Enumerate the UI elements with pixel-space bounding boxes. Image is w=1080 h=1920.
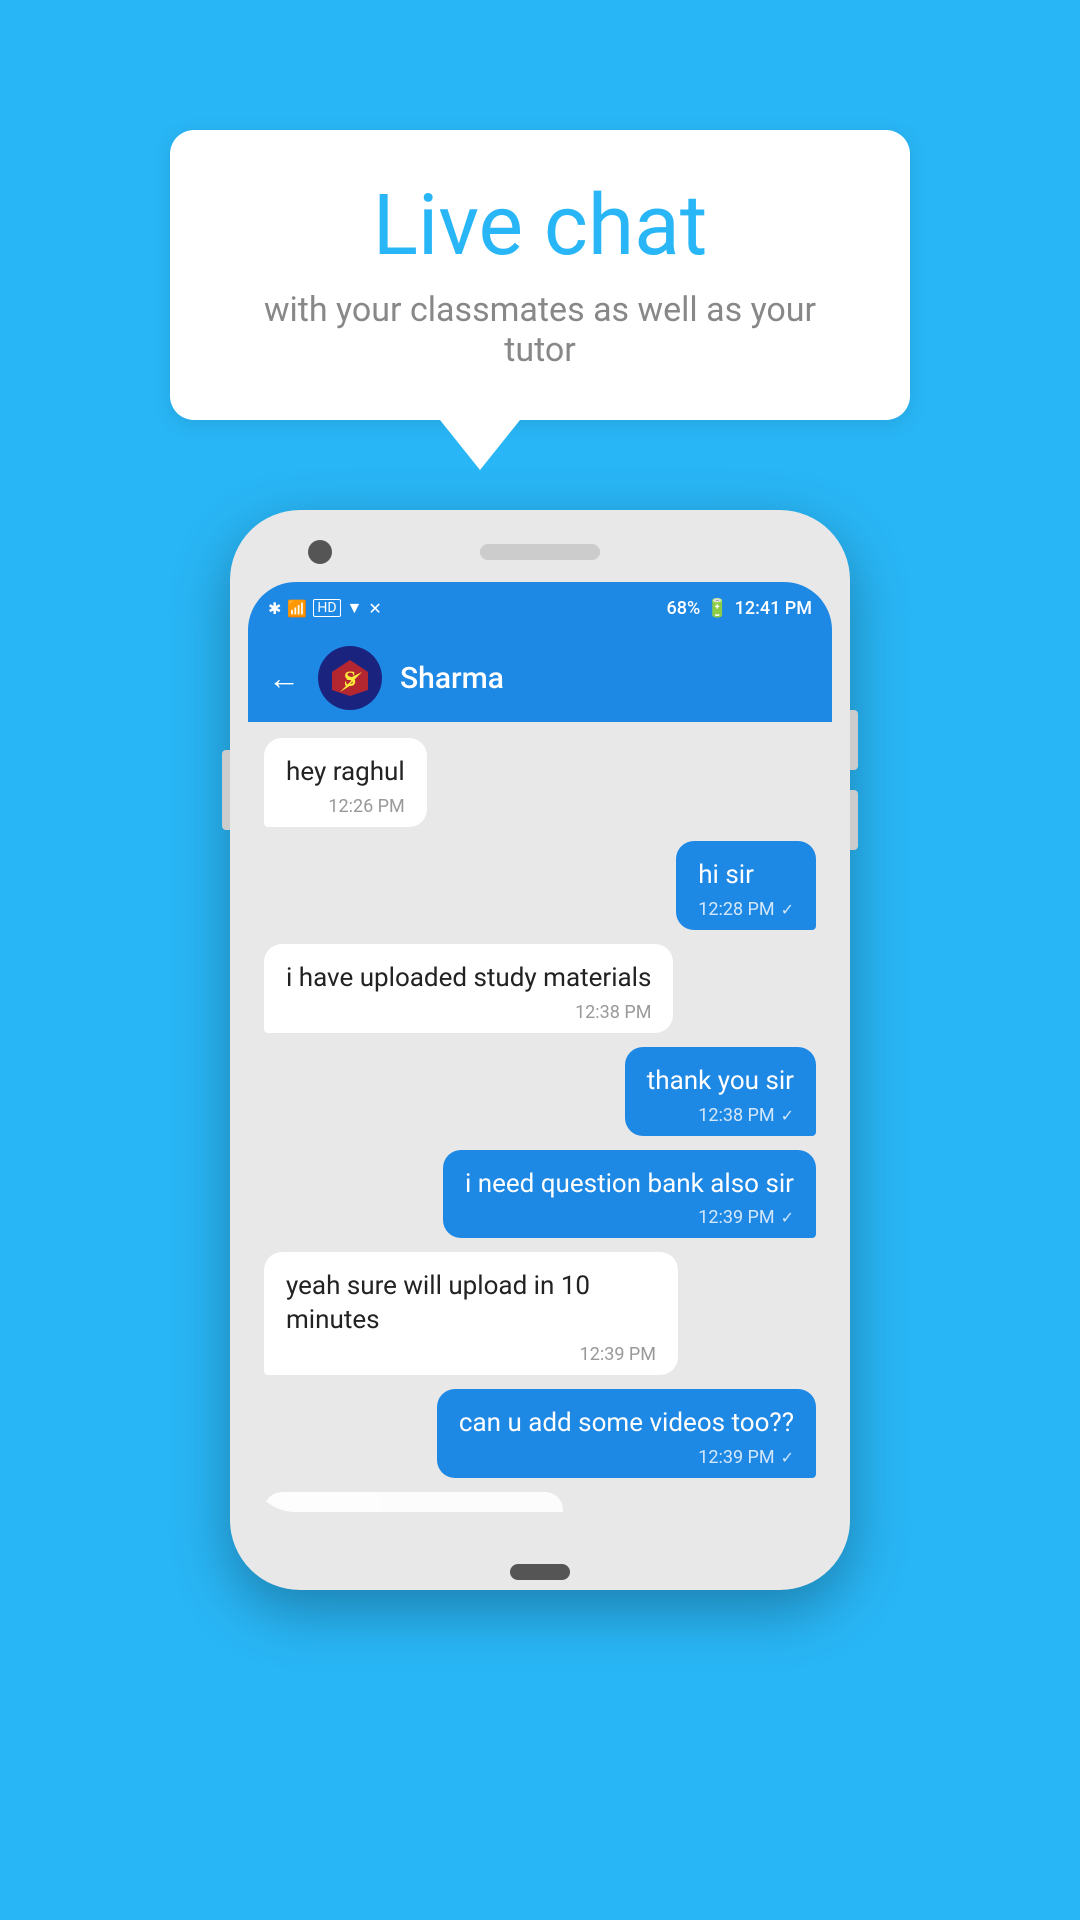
message-text: yeah sure will upload in 10 minutes [286,1270,656,1338]
power-button [850,710,858,770]
phone-top-bar [248,528,832,578]
phone-screen: ✱ 📶 HD ▼ ✕ 68% 🔋 12:41 PM ← [248,582,832,1512]
received-bubble: i have uploaded study materials 12:38 PM [264,944,673,1033]
message-row: thank you sir 12:38 PM ✓ [264,1047,816,1136]
message-meta: 12:28 PM ✓ [698,899,794,920]
message-meta: 12:38 PM ✓ [647,1105,794,1126]
message-text: hi sir [698,859,794,893]
sent-bubble: i need question bank also sir 12:39 PM ✓ [443,1150,816,1239]
status-right-info: 68% 🔋 12:41 PM [666,598,812,619]
bluetooth-icon: ✱ [268,599,281,618]
message-text: i have uploaded study materials [286,962,651,996]
phone-mockup: ✱ 📶 HD ▼ ✕ 68% 🔋 12:41 PM ← [230,510,850,1610]
wifi-icon: ▼ [347,598,363,618]
feature-title: Live chat [230,180,850,272]
message-row: yeah sure will upload in 10 minutes 12:3… [264,1252,816,1375]
status-left-icons: ✱ 📶 HD ▼ ✕ [268,598,382,618]
message-text: i need question bank also sir [465,1168,794,1202]
message-text: tell me the exact topic [286,1510,541,1513]
home-button[interactable] [510,1564,570,1580]
message-meta: 12:26 PM [286,796,405,817]
front-camera [308,540,332,564]
speaker-grille [480,544,600,560]
message-row: hi sir 12:28 PM ✓ [264,841,816,930]
message-row: tell me the exact topic [264,1492,816,1513]
battery-percent: 68% [666,598,700,619]
message-time: 12:38 PM [698,1105,774,1126]
network-icon: ✕ [368,599,381,618]
message-time: 12:38 PM [575,1002,651,1023]
received-bubble: hey raghul 12:26 PM [264,738,427,827]
read-receipt-icon: ✓ [781,900,794,919]
chat-area: hey raghul 12:26 PM hi sir 12:28 PM ✓ [248,722,832,1512]
feature-card: Live chat with your classmates as well a… [170,130,910,470]
received-bubble: tell me the exact topic [264,1492,563,1513]
speech-bubble-arrow [440,420,520,470]
message-time: 12:26 PM [328,796,404,817]
svg-text:S: S [344,666,356,691]
battery-icon: 🔋 [706,598,728,619]
message-row: can u add some videos too?? 12:39 PM ✓ [264,1389,816,1478]
speech-bubble: Live chat with your classmates as well a… [170,130,910,420]
volume-down-button [850,790,858,850]
read-receipt-icon: ✓ [781,1208,794,1227]
sent-bubble: hi sir 12:28 PM ✓ [676,841,816,930]
message-meta: 12:38 PM [286,1002,651,1023]
hd-label: HD [313,599,340,617]
received-bubble: yeah sure will upload in 10 minutes 12:3… [264,1252,678,1375]
status-bar: ✱ 📶 HD ▼ ✕ 68% 🔋 12:41 PM [248,582,832,634]
message-row: i need question bank also sir 12:39 PM ✓ [264,1150,816,1239]
message-time: 12:28 PM [698,899,774,920]
message-meta: 12:39 PM ✓ [465,1207,794,1228]
message-time: 12:39 PM [580,1344,656,1365]
contact-name: Sharma [400,661,504,696]
read-receipt-icon: ✓ [781,1448,794,1467]
clock: 12:41 PM [735,598,812,619]
avatar: S [318,646,382,710]
message-row: i have uploaded study materials 12:38 PM [264,944,816,1033]
home-button-area [248,1512,832,1548]
phone-body: ✱ 📶 HD ▼ ✕ 68% 🔋 12:41 PM ← [230,510,850,1590]
message-meta: 12:39 PM ✓ [459,1447,794,1468]
volume-button [222,750,230,830]
sent-bubble: thank you sir 12:38 PM ✓ [625,1047,816,1136]
message-text: can u add some videos too?? [459,1407,794,1441]
message-text: thank you sir [647,1065,794,1099]
message-text: hey raghul [286,756,405,790]
message-meta: 12:39 PM [286,1344,656,1365]
feature-subtitle: with your classmates as well as your tut… [230,290,850,370]
read-receipt-icon: ✓ [781,1106,794,1125]
message-time: 12:39 PM [698,1207,774,1228]
chat-header: ← S Sharma [248,634,832,722]
signal-icon: 📶 [287,599,307,618]
message-row: hey raghul 12:26 PM [264,738,816,827]
back-button[interactable]: ← [268,659,300,697]
sent-bubble: can u add some videos too?? 12:39 PM ✓ [437,1389,816,1478]
message-time: 12:39 PM [698,1447,774,1468]
